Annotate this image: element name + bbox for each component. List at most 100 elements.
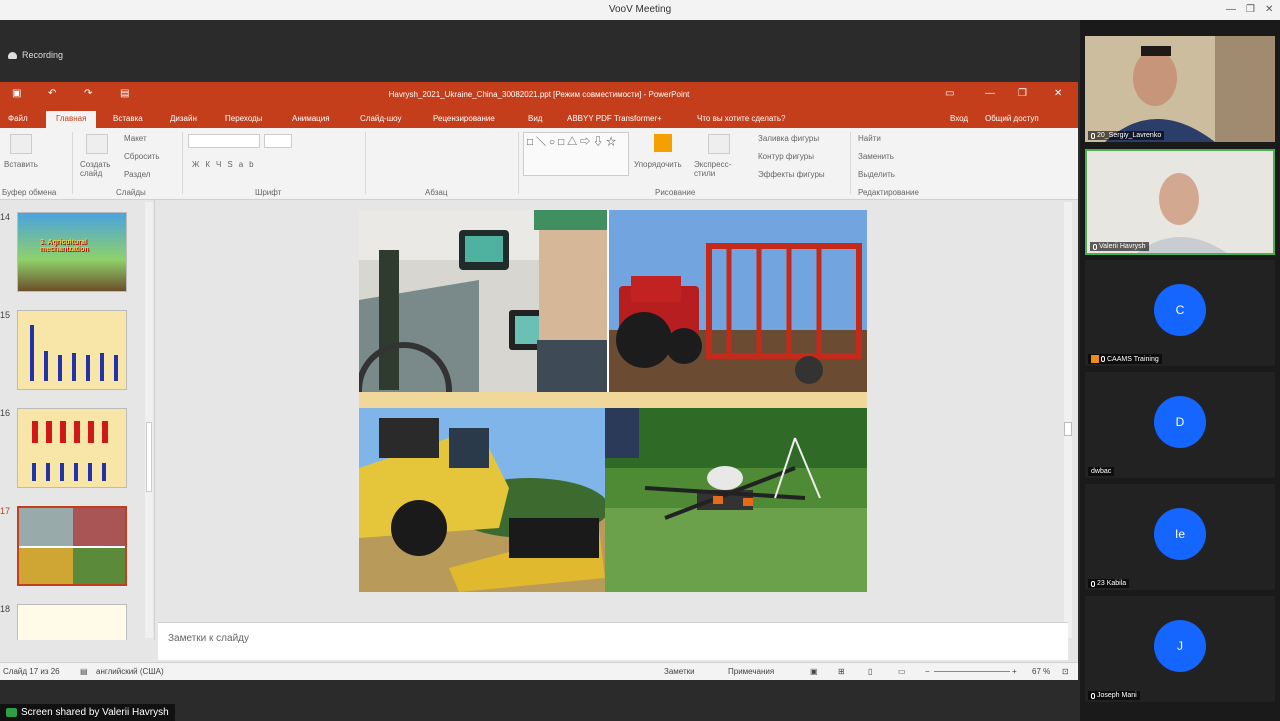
ppt-minimize-icon[interactable]: — — [985, 88, 995, 99]
slide-thumbnail-18[interactable] — [17, 604, 127, 640]
notes-placeholder[interactable]: Заметки к слайду — [168, 633, 249, 644]
fit-slide-icon[interactable]: ⊡ — [1062, 667, 1069, 676]
recording-label: Recording — [22, 50, 64, 60]
zoom-level[interactable]: 67 % — [1032, 667, 1050, 676]
tab-file[interactable]: Файл — [8, 114, 28, 123]
slide-thumbnail-17-selected[interactable] — [17, 506, 127, 586]
normal-view-icon[interactable]: ▣ — [810, 667, 818, 676]
thumb-number: 17 — [0, 506, 11, 516]
avatar: C — [1154, 284, 1206, 336]
participant-video — [1087, 151, 1273, 253]
spellcheck-icon[interactable]: ▤ — [80, 667, 88, 676]
slide-scrollbar[interactable] — [1064, 202, 1072, 638]
arrange-icon[interactable] — [654, 134, 672, 152]
maximize-icon[interactable]: ❐ — [1246, 0, 1255, 20]
participant-tile[interactable]: C CAAMS Training — [1085, 260, 1275, 366]
notes-toggle[interactable]: Заметки — [664, 667, 695, 676]
tab-abbyy[interactable]: ABBYY PDF Transformer+ — [567, 114, 662, 123]
tab-animations[interactable]: Анимация — [292, 114, 330, 123]
participants-panel: 20_Sergiy_Lavrenko Valerii Havrysh C CAA… — [1080, 20, 1280, 721]
ppt-close-icon[interactable]: ✕ — [1054, 88, 1062, 99]
participant-tile-active[interactable]: Valerii Havrysh — [1085, 149, 1275, 255]
ribbon-options-icon[interactable]: ▭ — [945, 88, 954, 99]
editing-group-label: Редактирование — [858, 188, 919, 197]
screen-share-icon — [6, 708, 17, 717]
mic-icon — [1091, 132, 1095, 139]
participant-video — [1085, 36, 1275, 142]
thumb-charts — [32, 421, 108, 481]
signin-link[interactable]: Вход — [950, 114, 968, 123]
minimize-icon[interactable]: — — [1226, 0, 1236, 20]
tab-slideshow[interactable]: Слайд-шоу — [360, 114, 401, 123]
participant-tile[interactable]: J Joseph Mani — [1085, 596, 1275, 702]
thumb-chart — [30, 325, 118, 381]
new-slide-button[interactable]: Создать слайд — [80, 160, 112, 178]
comments-toggle[interactable]: Примечания — [728, 667, 774, 676]
shape-fill-button[interactable]: Заливка фигуры — [758, 134, 819, 143]
quick-styles-icon[interactable] — [708, 134, 730, 154]
participant-tile[interactable]: 20_Sergiy_Lavrenko — [1085, 36, 1275, 142]
slide-thumbnail-15[interactable] — [17, 310, 127, 390]
participant-label: 20_Sergiy_Lavrenko — [1088, 131, 1165, 140]
find-button[interactable]: Найти — [858, 134, 881, 143]
recording-indicator: Recording — [8, 50, 63, 60]
participant-tile[interactable]: Ie 23 Kabila — [1085, 484, 1275, 590]
font-size-select[interactable] — [264, 134, 292, 148]
shapes-gallery[interactable]: □＼○□△⇨⇩☆ — [523, 132, 629, 176]
paste-icon[interactable] — [10, 134, 32, 154]
combine-harvester-photo — [359, 408, 605, 592]
language-indicator[interactable]: английский (США) — [96, 667, 164, 676]
screen-share-text: Screen shared by Valerii Havrysh — [21, 707, 169, 718]
zoom-slider[interactable] — [934, 671, 1010, 672]
slideshow-icon[interactable]: ▭ — [898, 667, 906, 676]
participant-label: dwbac — [1088, 467, 1115, 476]
current-slide[interactable] — [359, 210, 867, 592]
slide-editing-area[interactable] — [158, 200, 1068, 640]
tab-insert[interactable]: Вставка — [113, 114, 143, 123]
close-icon[interactable]: ✕ — [1265, 0, 1273, 20]
participant-tile[interactable]: D dwbac — [1085, 372, 1275, 478]
replace-button[interactable]: Заменить — [858, 152, 894, 161]
thumbnails-scrollbar[interactable] — [145, 202, 153, 638]
reading-view-icon[interactable]: ▯ — [868, 667, 872, 676]
tab-view[interactable]: Вид — [528, 114, 542, 123]
host-icon — [1091, 355, 1099, 363]
slide-thumbnail-14[interactable]: 3. Agricultural mechanization — [17, 212, 127, 292]
tab-transitions[interactable]: Переходы — [225, 114, 263, 123]
thumb-number: 16 — [0, 408, 11, 418]
zoom-in-icon[interactable]: + — [1012, 667, 1017, 676]
slide-thumbnail-16[interactable] — [17, 408, 127, 488]
ppt-restore-icon[interactable]: ❐ — [1018, 88, 1027, 99]
slide-sorter-icon[interactable]: ⊞ — [838, 667, 845, 676]
ribbon: Вставить Создать слайд Макет Сбросить Ра… — [0, 128, 1078, 200]
status-bar: Слайд 17 из 26 ▤ английский (США) Заметк… — [0, 662, 1078, 680]
tab-design[interactable]: Дизайн — [170, 114, 197, 123]
ribbon-tabs: Файл Главная Вставка Дизайн Переходы Ани… — [0, 108, 1078, 128]
slide-thumbnails-pane[interactable]: 14 3. Agricultural mechanization 15 16 1… — [0, 200, 155, 640]
tell-me-search[interactable]: Что вы хотите сделать? — [697, 114, 785, 123]
zoom-out-icon[interactable]: − — [925, 667, 930, 676]
mic-icon — [1093, 243, 1097, 250]
quick-styles-button[interactable]: Экспресс-стили — [694, 160, 742, 178]
screen-share-banner: Screen shared by Valerii Havrysh — [0, 704, 175, 721]
tractor-cab-photo — [359, 210, 607, 392]
shape-outline-button[interactable]: Контур фигуры — [758, 152, 814, 161]
reset-button[interactable]: Сбросить — [124, 152, 160, 161]
tab-home[interactable]: Главная — [46, 111, 97, 128]
section-button[interactable]: Раздел — [124, 170, 150, 179]
font-family-select[interactable] — [188, 134, 260, 148]
avatar: Ie — [1154, 508, 1206, 560]
shape-effects-button[interactable]: Эффекты фигуры — [758, 170, 825, 179]
new-slide-icon[interactable] — [86, 134, 108, 154]
share-button[interactable]: Общий доступ — [985, 114, 1039, 123]
paste-button[interactable]: Вставить — [4, 160, 38, 169]
shared-screen-area: Recording ▣ ↶ ↷ ▤ Havrysh_2021_Ukraine_C… — [0, 20, 1080, 721]
font-format-buttons[interactable]: ЖКЧSab — [192, 160, 260, 169]
tab-review[interactable]: Рецензирование — [433, 114, 495, 123]
layout-button[interactable]: Макет — [124, 134, 147, 143]
arrange-button[interactable]: Упорядочить — [634, 160, 682, 169]
notes-pane[interactable]: Заметки к слайду — [158, 622, 1068, 660]
slide-counter: Слайд 17 из 26 — [3, 667, 60, 676]
thumb-number: 18 — [0, 604, 11, 614]
select-button[interactable]: Выделить — [858, 170, 895, 179]
